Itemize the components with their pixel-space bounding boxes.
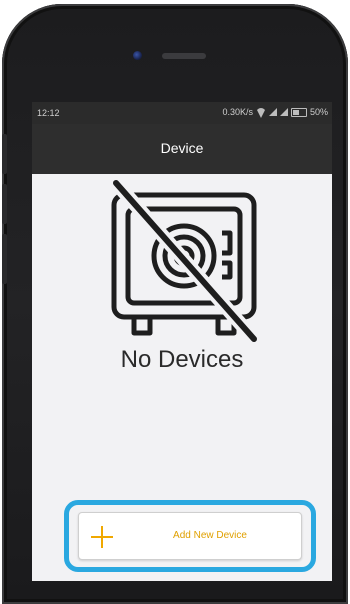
page-title: Device (160, 140, 204, 156)
nav-bar: Device (32, 124, 332, 174)
power-button (2, 234, 7, 284)
earpiece-speaker (162, 53, 206, 59)
signal-icon-2 (279, 108, 288, 116)
status-indicators: 0.30K/s 50% (222, 107, 328, 117)
status-bar: 12:12 0.30K/s 50% (32, 102, 332, 124)
plus-icon (91, 526, 113, 548)
volume-up-button (2, 134, 7, 174)
battery-icon (290, 107, 307, 117)
battery-percent: 50% (309, 107, 328, 117)
wifi-icon (256, 108, 266, 116)
signal-icon (268, 108, 277, 116)
app-screen: 12:12 0.30K/s 50% Device No Devices Add … (32, 102, 332, 581)
add-new-device-label: Add New Device (173, 530, 247, 541)
status-time: 12:12 (37, 108, 60, 118)
phone-frame: 12:12 0.30K/s 50% Device No Devices Add … (2, 4, 348, 604)
empty-state-message: No Devices (120, 346, 244, 373)
no-safe-icon (110, 178, 260, 344)
network-speed: 0.30K/s (222, 107, 253, 117)
front-camera (133, 51, 142, 60)
volume-down-button (2, 184, 7, 224)
add-new-device-button[interactable]: Add New Device (78, 512, 302, 560)
